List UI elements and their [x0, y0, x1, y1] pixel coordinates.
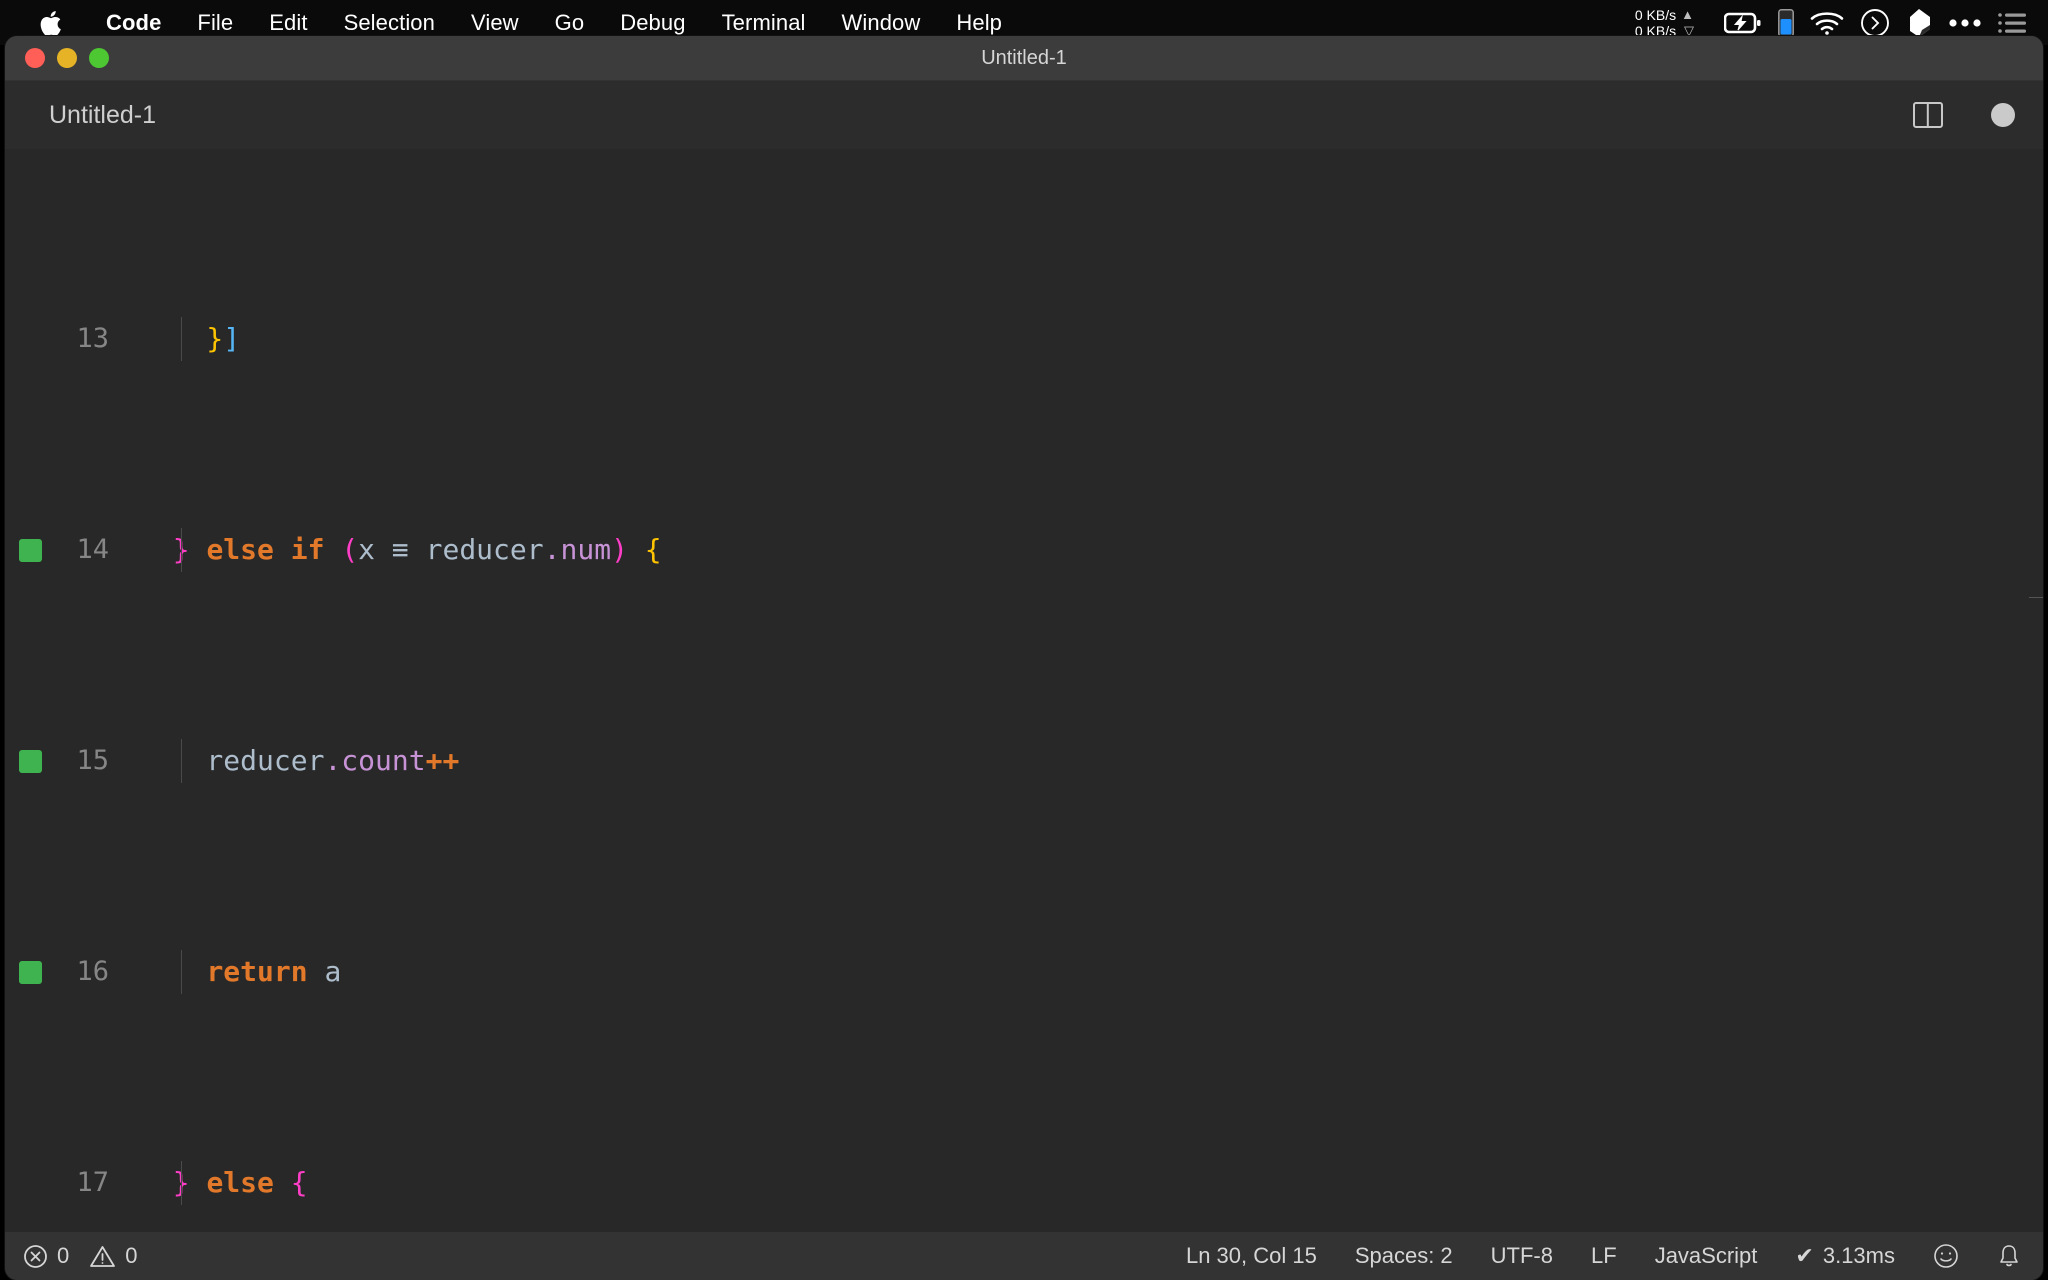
apple-logo-icon[interactable]	[38, 9, 62, 37]
list-menu-icon[interactable]	[1998, 12, 2026, 34]
code-line[interactable]: 16 return a	[5, 949, 2043, 995]
error-circle-icon	[23, 1244, 48, 1269]
smiley-icon	[1933, 1243, 1959, 1269]
code-lines[interactable]: 13 }] 14 } else if (x ≡ reducer.num) { 1…	[5, 149, 2043, 1232]
chevron-right-circle-icon[interactable]	[1860, 8, 1890, 38]
close-window-button[interactable]	[25, 48, 45, 68]
line-number: 17	[76, 1166, 109, 1198]
window-title: Untitled-1	[981, 46, 1067, 69]
upload-arrow-icon: ▲	[1681, 6, 1694, 22]
unsaved-dot-icon[interactable]	[1991, 103, 2015, 127]
code-editor[interactable]: 13 }] 14 } else if (x ≡ reducer.num) { 1…	[5, 149, 2043, 1232]
code-line[interactable]: 14 } else if (x ≡ reducer.num) {	[5, 527, 2043, 573]
status-language-mode[interactable]: JavaScript	[1655, 1243, 1758, 1269]
error-count: 0	[57, 1243, 70, 1268]
check-icon: ✔	[1795, 1243, 1814, 1268]
status-bar-left: 0 0	[5, 1243, 138, 1269]
line-content: } else if (x ≡ reducer.num) {	[125, 527, 2043, 573]
line-number: 13	[76, 322, 109, 354]
line-content: return a	[125, 949, 2043, 995]
status-quokka-timing[interactable]: ✔ 3.13ms	[1795, 1243, 1895, 1269]
status-warnings[interactable]: 0	[89, 1243, 138, 1269]
tab-untitled-1[interactable]: Untitled-1	[5, 81, 186, 149]
git-added-marker	[19, 538, 42, 562]
tab-label: Untitled-1	[49, 100, 156, 129]
traffic-light-buttons	[5, 48, 109, 68]
ellipsis-icon[interactable]	[1948, 17, 1982, 29]
status-bar-right: Ln 30, Col 15 Spaces: 2 UTF-8 LF JavaScr…	[1186, 1232, 2021, 1280]
wifi-icon[interactable]	[1810, 10, 1844, 36]
status-feedback[interactable]	[1933, 1243, 1959, 1269]
maximize-window-button[interactable]	[89, 48, 109, 68]
quokka-time: 3.13ms	[1822, 1243, 1895, 1268]
editor-scrollbar-marker[interactable]	[2029, 597, 2043, 598]
status-cursor-position[interactable]: Ln 30, Col 15	[1186, 1243, 1317, 1269]
status-encoding[interactable]: UTF-8	[1491, 1243, 1553, 1269]
status-indentation[interactable]: Spaces: 2	[1355, 1243, 1453, 1269]
vscode-window: Untitled-1 Untitled-1 13 }] 14 } else if…	[5, 36, 2043, 1280]
minimize-window-button[interactable]	[57, 48, 77, 68]
line-content: reducer.count++	[125, 738, 2043, 784]
tab-bar-actions	[1913, 81, 2015, 149]
status-errors[interactable]: 0	[23, 1243, 69, 1269]
git-added-marker	[19, 960, 42, 984]
code-line[interactable]: 17 } else {	[5, 1160, 2043, 1206]
status-bar: 0 0 Ln 30, Col 15 Spaces: 2 UTF-8 LF Jav…	[5, 1232, 2043, 1280]
status-notifications[interactable]	[1997, 1243, 2021, 1269]
warning-triangle-icon	[89, 1244, 116, 1269]
network-speed-indicator[interactable]: 0 KB/s 0 KB/s ▲ ▽	[1635, 7, 1694, 39]
window-title-bar: Untitled-1	[5, 36, 2043, 81]
editor-tab-bar: Untitled-1	[5, 81, 2043, 149]
line-content: } else {	[125, 1160, 2043, 1206]
code-line[interactable]: 13 }]	[5, 316, 2043, 362]
warning-count: 0	[125, 1243, 138, 1268]
dropbox-icon[interactable]	[1906, 8, 1932, 38]
line-content: }]	[125, 316, 2043, 362]
split-editor-icon[interactable]	[1913, 102, 1943, 128]
network-upload-speed: 0 KB/s	[1634, 6, 1677, 23]
bell-icon	[1997, 1243, 2021, 1269]
battery-charging-icon[interactable]	[1724, 11, 1762, 35]
device-battery-icon[interactable]	[1778, 8, 1794, 37]
git-added-marker	[19, 749, 42, 773]
code-line[interactable]: 15 reducer.count++	[5, 738, 2043, 784]
status-eol[interactable]: LF	[1591, 1243, 1617, 1269]
